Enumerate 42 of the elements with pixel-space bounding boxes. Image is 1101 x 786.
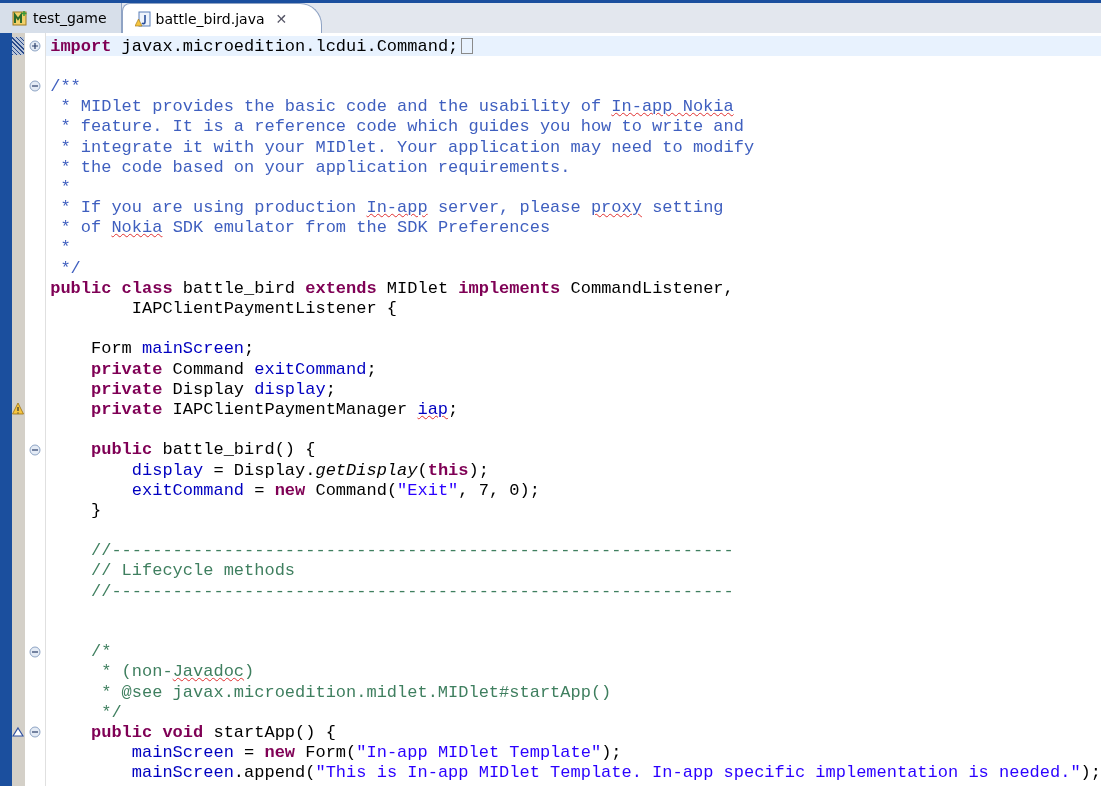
code-line: /** bbox=[50, 76, 81, 96]
code-line: } bbox=[90, 500, 102, 520]
collapse-icon[interactable] bbox=[28, 726, 41, 739]
code-line: * @see javax.microedition.midlet.MIDlet#startApp() bbox=[100, 682, 612, 702]
code-line: * (non-Javadoc) bbox=[100, 662, 255, 682]
code-line: // Lifecycle methods bbox=[90, 561, 296, 581]
code-line: //------------------------------------------------------------- bbox=[90, 581, 734, 601]
code-line: * of Nokia SDK emulator from the SDK Preferences bbox=[59, 218, 551, 238]
code-line: //------------------------------------------------------------- bbox=[90, 541, 734, 561]
code-line: * the code based on your application requirements. bbox=[59, 157, 571, 177]
code-line: * bbox=[59, 238, 71, 258]
collapse-icon[interactable] bbox=[28, 80, 41, 93]
code-line: import javax.microedition.lcdui.Command; bbox=[50, 36, 459, 56]
code-line: exitCommand = new Command("Exit", 7, 0); bbox=[130, 480, 540, 500]
code-line: public battle_bird() { bbox=[90, 440, 316, 460]
code-line: */ bbox=[100, 702, 122, 722]
code-line: IAPClientPaymentListener { bbox=[130, 299, 398, 319]
code-line: display = Display.getDisplay(this); bbox=[130, 460, 489, 480]
code-line: private Display display; bbox=[90, 379, 336, 399]
code-line: Form mainScreen; bbox=[90, 339, 255, 359]
code-line: * bbox=[59, 177, 71, 197]
code-line: * feature. It is a reference code which guides you how to write and bbox=[59, 117, 744, 137]
code-line: * If you are using production In-app server, please proxy setting bbox=[59, 198, 724, 218]
folded-code-icon[interactable] bbox=[461, 38, 474, 55]
collapse-icon[interactable] bbox=[28, 443, 41, 456]
code-line: mainScreen = new Form("In-app MIDlet Template"); bbox=[130, 743, 622, 763]
code-line: /* bbox=[90, 642, 112, 662]
code-line: * integrate it with your MIDlet. Your application may need to modify bbox=[59, 137, 755, 157]
code-line: public class battle_bird extends MIDlet implements CommandListener, bbox=[50, 278, 734, 298]
collapse-icon[interactable] bbox=[28, 645, 41, 658]
code-line: private IAPClientPaymentManager iap; bbox=[90, 399, 459, 419]
code-line: */ bbox=[59, 258, 81, 278]
code-line: mainScreen.append("This is In-app MIDlet Template. In-app specific implementation is needed."); bbox=[130, 763, 1101, 783]
code-line: private Command exitCommand; bbox=[90, 359, 377, 379]
editor-tab[interactable]: test_game bbox=[0, 3, 122, 33]
midlet-file-icon bbox=[12, 10, 28, 26]
code-line: public void startApp() { bbox=[90, 722, 336, 742]
java-file-warning-icon bbox=[134, 10, 151, 27]
close-icon[interactable]: ✕ bbox=[275, 10, 288, 27]
editor-tab[interactable]: battle_bird.java ✕ bbox=[121, 3, 323, 33]
code-line: * MIDlet provides the basic code and the usability of In-app Nokia bbox=[59, 97, 734, 117]
expand-icon[interactable] bbox=[28, 40, 41, 53]
